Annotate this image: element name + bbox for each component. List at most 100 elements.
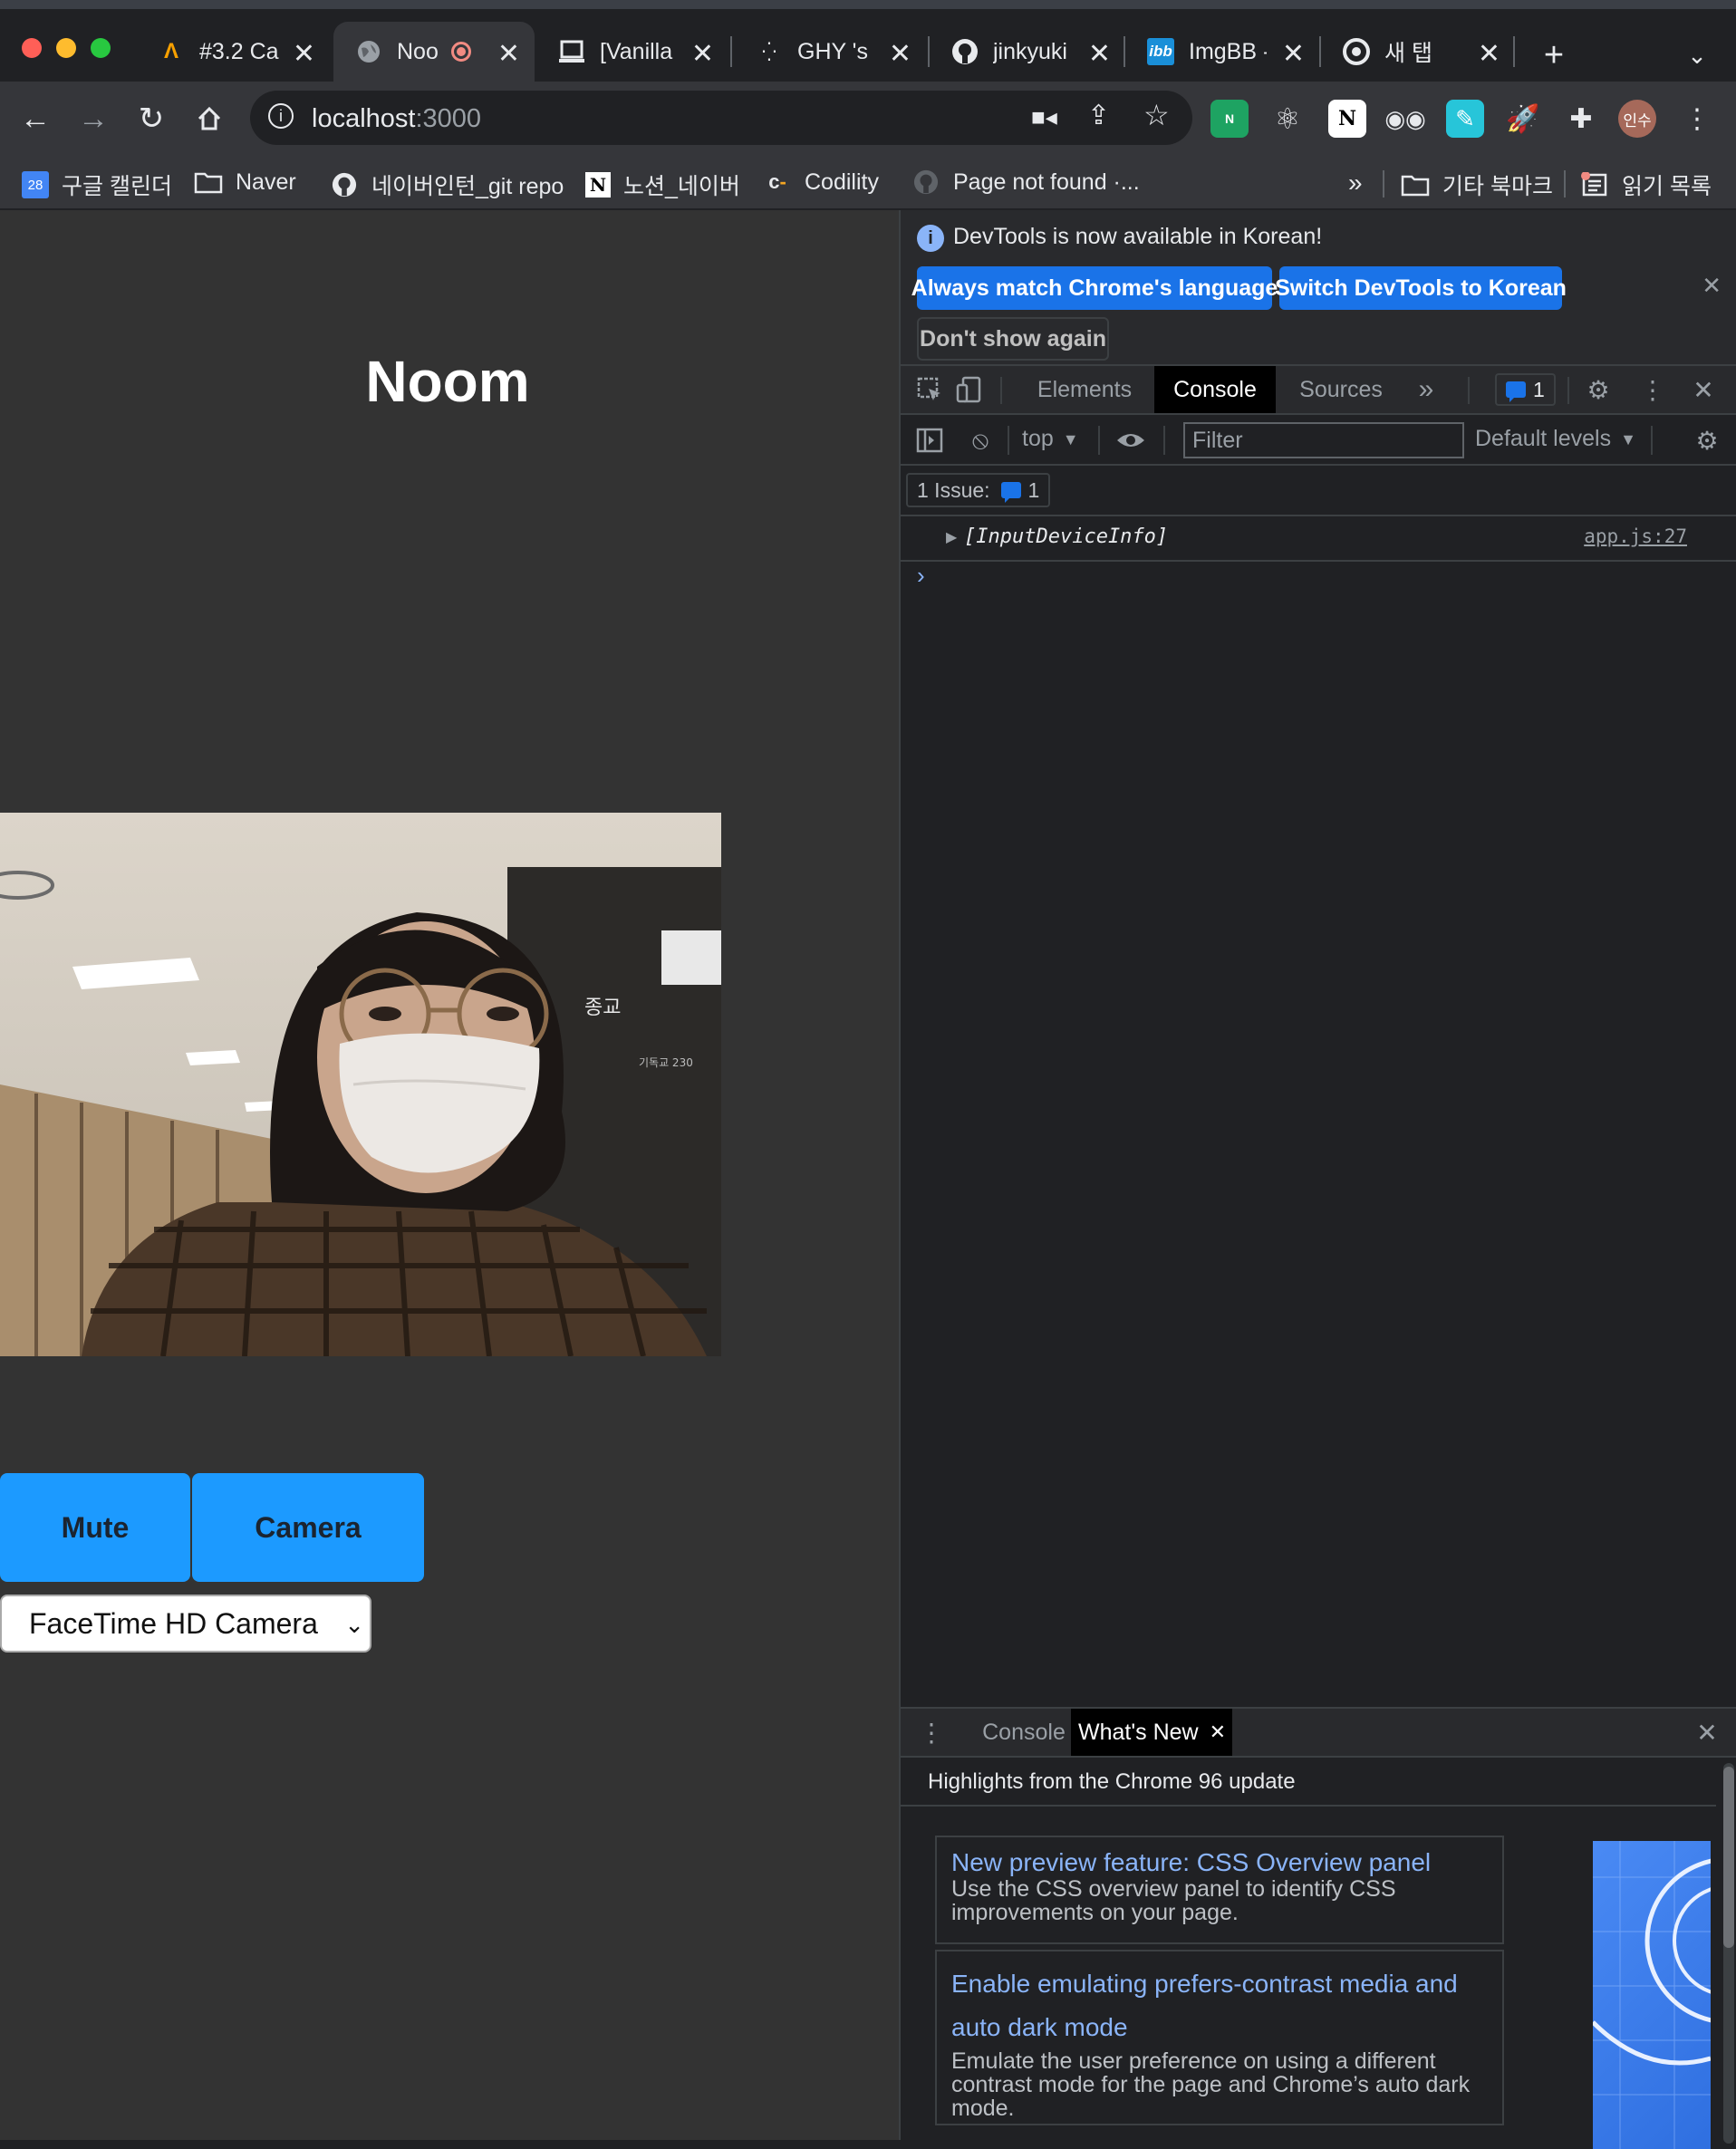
close-tab-icon[interactable]: ✕ <box>1210 1720 1226 1744</box>
recording-icon <box>451 42 471 62</box>
back-arrow-icon[interactable]: ← <box>14 98 56 140</box>
drawer-menu-icon[interactable]: ⋮ <box>915 1716 948 1749</box>
github-icon <box>911 169 940 196</box>
close-tab-icon[interactable]: ✕ <box>1282 38 1305 70</box>
dropdown-arrow-icon: ▼ <box>1062 430 1079 448</box>
bookmark-item[interactable]: N 노션_네이버 <box>585 169 740 201</box>
bookmark-folder[interactable]: Naver <box>194 169 296 196</box>
issues-bar: 1 Issue: 1 <box>901 466 1736 516</box>
pen-extension-icon[interactable]: ✎ <box>1446 100 1484 138</box>
close-tab-icon[interactable]: ✕ <box>691 38 714 70</box>
console-prompt[interactable]: › <box>917 562 925 590</box>
minimize-window-icon[interactable] <box>56 38 76 58</box>
reading-list-button[interactable]: 읽기 목록 <box>1580 169 1712 201</box>
naver-extension-icon[interactable]: N <box>1210 100 1249 138</box>
address-bar[interactable]: i localhost:3000 ■◂ ⇪ ☆ <box>250 91 1192 145</box>
other-bookmarks-folder[interactable]: 기타 북마크 <box>1401 169 1553 201</box>
close-tab-icon[interactable]: ✕ <box>1088 38 1111 70</box>
console-settings-gear-icon[interactable]: ⚙ <box>1691 424 1723 457</box>
camera-select[interactable]: FaceTime HD Camera ⌄ <box>0 1595 371 1653</box>
browser-tab[interactable]: Ʌ #3.2 Ca ✕ <box>136 22 330 82</box>
home-icon[interactable] <box>188 98 230 140</box>
always-match-language-button[interactable]: Always match Chrome's language <box>911 266 1278 310</box>
issues-badge[interactable]: 1 <box>1495 373 1556 406</box>
more-bookmarks-button[interactable]: » <box>1348 169 1363 198</box>
clear-console-icon[interactable]: ⦸ <box>964 424 997 457</box>
message-icon <box>1000 482 1021 503</box>
switch-to-korean-button[interactable]: Switch DevTools to Korean <box>1275 266 1567 310</box>
close-tab-icon[interactable]: ✕ <box>889 38 911 70</box>
sidebar-toggle-icon[interactable] <box>913 424 946 457</box>
share-icon[interactable]: ⇪ <box>1087 100 1110 131</box>
close-drawer-icon[interactable]: ✕ <box>1691 1716 1723 1749</box>
issues-link[interactable]: 1 Issue: 1 <box>906 473 1051 507</box>
settings-gear-icon[interactable]: ⚙ <box>1582 373 1615 406</box>
drawer-scrollbar[interactable] <box>1723 1763 1734 2144</box>
maximize-window-icon[interactable] <box>91 38 111 58</box>
bookmark-item[interactable]: Page not found ·... <box>911 169 1140 196</box>
drawer-tab-console[interactable]: Console <box>962 1709 1085 1756</box>
tab-console[interactable]: Console <box>1154 366 1276 413</box>
device-toolbar-icon[interactable] <box>953 373 986 406</box>
bookmark-item[interactable]: c- Codility <box>763 169 879 196</box>
mute-button[interactable]: Mute <box>0 1473 190 1582</box>
calendar-icon: 28 <box>22 171 49 198</box>
browser-tab[interactable]: ibb ImgBB - ✕ <box>1125 22 1319 82</box>
dont-show-again-button[interactable]: Don't show again <box>917 317 1109 361</box>
console-log-message: [InputDeviceInfo] <box>964 525 1169 548</box>
tab-search-chevron-icon[interactable]: ⌄ <box>1676 34 1718 76</box>
react-devtools-icon[interactable]: ⚛ <box>1268 100 1307 138</box>
url-text[interactable]: localhost:3000 <box>312 104 481 134</box>
console-log-source-link[interactable]: app.js:27 <box>1584 525 1687 547</box>
devtools-panel: i DevTools is now available in Korean! A… <box>899 210 1736 2149</box>
bookmark-item[interactable]: 28 구글 캘린더 <box>22 169 172 201</box>
camera-select-value: FaceTime HD Camera <box>29 1606 318 1640</box>
bookmark-item[interactable]: 네이버인턴_git repo <box>330 169 564 201</box>
close-window-icon[interactable] <box>22 38 42 58</box>
close-icon[interactable]: ✕ <box>1702 272 1722 300</box>
more-menu-icon[interactable]: ⋮ <box>1678 100 1716 138</box>
tab-sources[interactable]: Sources <box>1279 366 1403 413</box>
context-selector[interactable]: top ▼ <box>1022 426 1079 453</box>
camera-button[interactable]: Camera <box>192 1473 424 1582</box>
whats-new-card[interactable]: Enable emulating prefers-contrast media … <box>935 1950 1504 2125</box>
whats-new-card[interactable]: New preview feature: CSS Overview panel … <box>935 1836 1504 1944</box>
log-levels-dropdown[interactable]: Default levels ▼ <box>1475 426 1636 453</box>
browser-tab[interactable]: 새 탭 ✕ <box>1321 22 1515 82</box>
profile-avatar[interactable]: 인수 <box>1618 100 1656 138</box>
drawer-tab-whats-new[interactable]: What's New ✕ <box>1071 1709 1232 1756</box>
whats-new-illustration <box>1593 1841 1711 2149</box>
close-devtools-icon[interactable]: ✕ <box>1687 373 1720 406</box>
expand-triangle-icon[interactable]: ▶ <box>946 528 957 546</box>
card-title[interactable]: New preview feature: CSS Overview panel <box>951 1848 1488 1877</box>
bookmark-star-icon[interactable]: ☆ <box>1143 98 1170 132</box>
rocket-extension-icon[interactable]: 🚀 <box>1504 100 1542 138</box>
browser-tab[interactable]: jinkyuki ✕ <box>930 22 1125 82</box>
new-tab-button[interactable]: + <box>1533 34 1575 76</box>
close-tab-icon[interactable]: ✕ <box>497 38 520 70</box>
more-options-icon[interactable]: ⋮ <box>1636 373 1669 406</box>
card-description: Emulate the user preference on using a d… <box>951 2048 1471 2121</box>
forward-arrow-icon[interactable]: → <box>72 98 114 140</box>
inspect-element-icon[interactable] <box>913 373 946 406</box>
close-tab-icon[interactable]: ✕ <box>293 38 315 70</box>
browser-toolbar: ← → ↻ i localhost:3000 ■◂ ⇪ ☆ N ⚛ N ◉◉ ✎… <box>0 82 1736 156</box>
close-tab-icon[interactable]: ✕ <box>1478 38 1500 70</box>
browser-tab[interactable]: [Vanilla ✕ <box>536 22 728 82</box>
console-log-row[interactable]: ▶ [InputDeviceInfo] app.js:27 <box>901 516 1736 562</box>
tab-strip: Ʌ #3.2 Ca ✕ Noo ✕ [Vanilla ✕ ⁛ GHY 's ✕ … <box>0 0 1736 82</box>
reload-icon[interactable]: ↻ <box>130 98 172 140</box>
browser-tab[interactable]: ⁛ GHY 's ✕ <box>734 22 926 82</box>
more-tabs-icon[interactable]: » <box>1410 373 1442 406</box>
live-expression-eye-icon[interactable] <box>1114 424 1147 457</box>
info-icon[interactable]: i <box>268 103 294 129</box>
browser-tab-active[interactable]: Noo ✕ <box>333 22 535 82</box>
tab-elements[interactable]: Elements <box>1018 366 1151 413</box>
camera-in-use-icon[interactable]: ■◂ <box>1031 103 1057 131</box>
glasses-extension-icon[interactable]: ◉◉ <box>1384 100 1425 138</box>
console-filter-input[interactable] <box>1183 422 1464 458</box>
card-title[interactable]: Enable emulating prefers-contrast media … <box>951 1962 1488 2049</box>
notion-extension-icon[interactable]: N <box>1328 100 1366 138</box>
extensions-puzzle-icon[interactable]: ✚ <box>1562 100 1600 138</box>
whats-new-heading: Highlights from the Chrome 96 update <box>901 1758 1716 1807</box>
